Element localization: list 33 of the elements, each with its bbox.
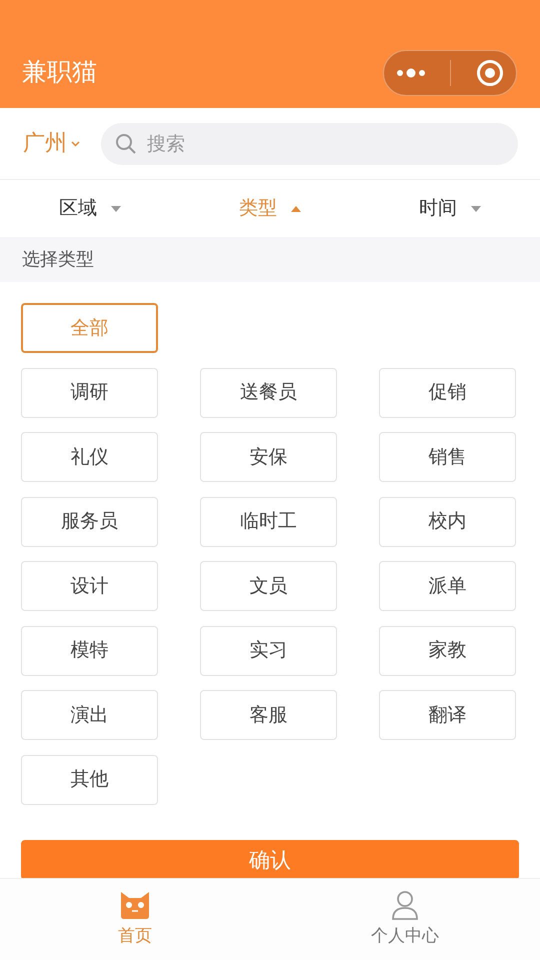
type-option[interactable]: 服务员 <box>21 496 158 546</box>
type-option[interactable]: 客服 <box>200 690 337 740</box>
type-option[interactable]: 安保 <box>200 432 337 482</box>
type-option[interactable]: 家教 <box>379 626 516 676</box>
type-option[interactable]: 送餐员 <box>200 368 337 418</box>
type-option[interactable]: 促销 <box>379 368 516 418</box>
tab-bar-item[interactable]: 个人中心 <box>270 879 540 960</box>
section-title: 选择类型 <box>0 237 540 282</box>
type-option[interactable]: 文员 <box>200 561 337 611</box>
type-option[interactable]: 派单 <box>379 561 516 611</box>
type-option[interactable]: 礼仪 <box>21 432 158 482</box>
type-option[interactable]: 调研 <box>21 368 158 418</box>
close-icon[interactable] <box>476 59 504 87</box>
type-option[interactable]: 实习 <box>200 626 337 676</box>
app-title: 兼职猫 <box>22 56 97 88</box>
dropdown-icon <box>71 140 80 146</box>
person-icon <box>390 890 420 920</box>
type-option[interactable]: 校内 <box>379 496 516 546</box>
caret-down-icon <box>471 205 482 214</box>
type-option[interactable]: 演出 <box>21 690 158 740</box>
caret-up-icon <box>291 205 302 214</box>
caret-down-icon <box>111 205 122 214</box>
type-option[interactable]: 翻译 <box>379 690 516 740</box>
type-option[interactable]: 模特 <box>21 626 158 676</box>
type-option[interactable]: 设计 <box>21 561 158 611</box>
type-option[interactable]: 销售 <box>379 432 516 482</box>
filter-tab[interactable]: 区域 <box>0 180 180 237</box>
type-option[interactable]: 临时工 <box>200 496 337 546</box>
cat-icon <box>119 890 151 920</box>
type-option[interactable]: 其他 <box>21 754 158 804</box>
search-field[interactable]: 搜索 <box>101 122 518 164</box>
filter-tab[interactable]: 时间 <box>360 180 540 237</box>
more-icon[interactable] <box>396 68 426 78</box>
